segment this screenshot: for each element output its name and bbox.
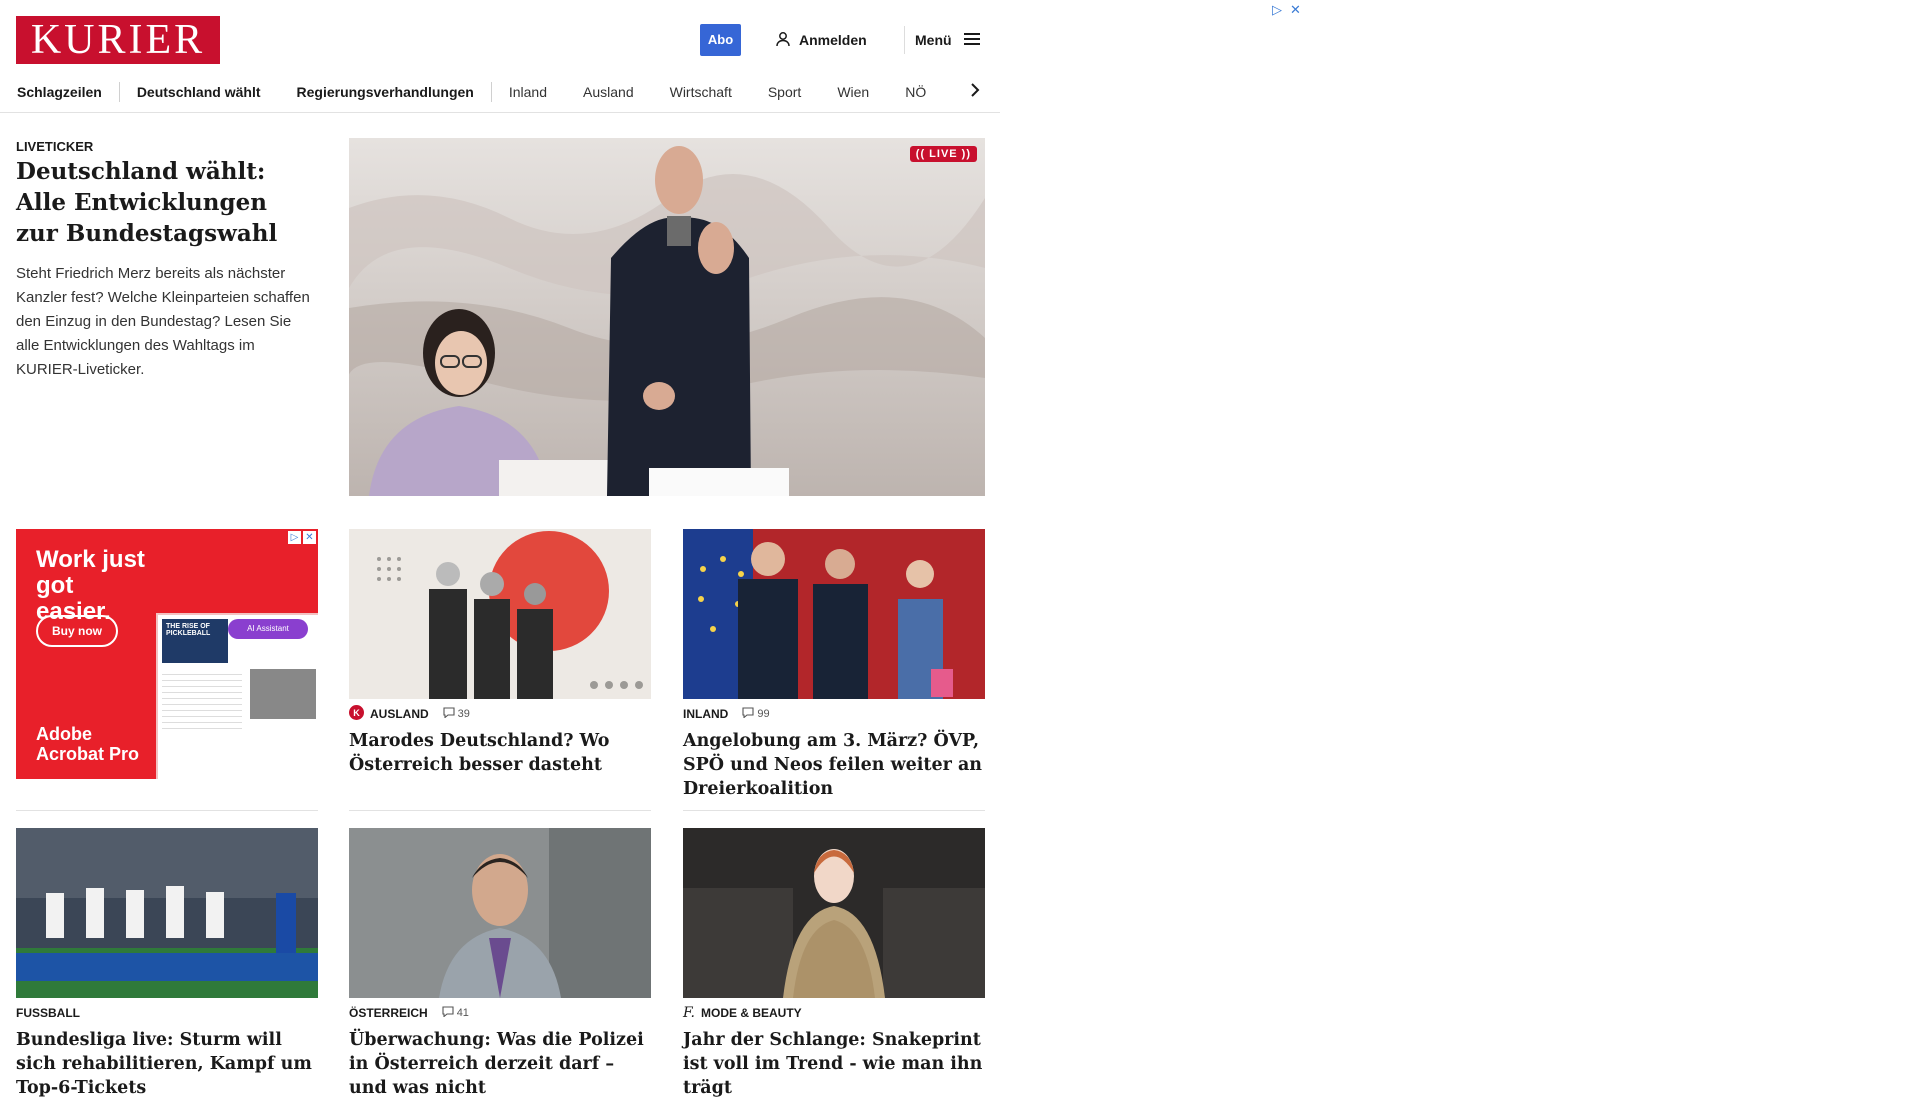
article-meta: f. MODE & BEAUTY (683, 1005, 985, 1021)
freizeit-f-icon: f. (683, 1005, 695, 1021)
kurier-logo[interactable]: KURIER (16, 16, 220, 64)
article-title[interactable]: Jahr der Schlange: Snakeprint ist voll i… (683, 1028, 985, 1100)
article-title[interactable]: Angelobung am 3. März? ÖVP, SPÖ und Neos… (683, 729, 985, 801)
nav-item-wirtschaft[interactable]: Wirtschaft (670, 84, 732, 100)
ad-choices-top[interactable]: ▷ ✕ (1272, 2, 1301, 18)
nav-item-ausland[interactable]: Ausland (583, 84, 634, 100)
ad-ai-assistant-pill: AI Assistant (228, 619, 308, 639)
comment-count[interactable]: 99 (742, 707, 770, 721)
nav-item-deutschland-waehlt[interactable]: Deutschland wählt (137, 84, 261, 100)
article-image[interactable] (683, 828, 985, 998)
article-card-fussball[interactable]: FUSSBALL Bundesliga live: Sturm will sic… (16, 828, 318, 1100)
nav-item-regierungsverhandlungen[interactable]: Regierungsverhandlungen (297, 84, 474, 100)
comment-count-value: 41 (456, 1007, 469, 1019)
abo-button[interactable]: Abo (700, 24, 741, 56)
article-image[interactable] (16, 828, 318, 998)
comment-icon (442, 1006, 454, 1020)
ad-mock-photo (250, 669, 316, 719)
row-divider (16, 810, 318, 811)
svg-text:K: K (353, 708, 360, 718)
row-divider (349, 810, 651, 811)
ad-mock-text (162, 669, 242, 729)
ad-close-icon[interactable]: ✕ (1290, 2, 1301, 18)
row-divider (683, 810, 985, 811)
ad-info-icon[interactable]: ▷ (288, 531, 301, 544)
article-card-mode-beauty[interactable]: f. MODE & BEAUTY Jahr der Schlange: Snak… (683, 828, 985, 1100)
kurier-k-icon: K (349, 705, 364, 723)
login-button[interactable]: Anmelden (775, 24, 867, 56)
menu-button[interactable]: Menü (915, 24, 982, 56)
article-card-ausland[interactable]: K AUSLAND 39 Marodes Deutschland? Wo Öst… (349, 529, 651, 777)
article-meta: FUSSBALL (16, 1005, 318, 1021)
hero-teaser: Steht Friedrich Merz bereits als nächste… (16, 265, 310, 378)
nav-scroll-button[interactable] (965, 77, 985, 107)
comment-icon (443, 707, 455, 721)
section-nav-list: Schlagzeilen Deutschland wählt Regierung… (17, 72, 926, 112)
nav-divider (490, 82, 492, 102)
hamburger-icon (963, 32, 982, 49)
header-divider (904, 26, 905, 54)
menu-label: Menü (915, 32, 952, 48)
section-nav: Schlagzeilen Deutschland wählt Regierung… (0, 72, 1000, 113)
chevron-right-icon (970, 82, 980, 103)
ad-close-icon[interactable]: ✕ (303, 531, 316, 544)
hero-headline[interactable]: Deutschland wählt: Alle Entwicklungen zu… (16, 156, 316, 249)
ad-choices[interactable]: ▷ ✕ (288, 531, 316, 544)
article-category[interactable]: FUSSBALL (16, 1006, 80, 1020)
article-meta: K AUSLAND 39 (349, 705, 651, 723)
article-image[interactable] (349, 828, 651, 998)
nav-item-sport[interactable]: Sport (768, 84, 801, 100)
article-card-inland[interactable]: INLAND 99 Angelobung am 3. März? ÖVP, SP… (683, 529, 985, 801)
article-image[interactable] (349, 529, 651, 699)
article-category[interactable]: AUSLAND (370, 707, 429, 721)
article-category[interactable]: ÖSTERREICH (349, 1006, 428, 1020)
article-meta: INLAND 99 (683, 706, 985, 722)
nav-item-wien[interactable]: Wien (837, 84, 869, 100)
login-label: Anmelden (799, 32, 867, 48)
ad-info-icon[interactable]: ▷ (1272, 2, 1282, 18)
comment-count-value: 99 (757, 708, 770, 720)
nav-item-inland[interactable]: Inland (509, 84, 547, 100)
nav-item-noe[interactable]: NÖ (905, 84, 926, 100)
ad-headline: Work just got easier. (36, 546, 145, 625)
site-content: KURIER Abo Anmelden Menü Schlagzeilen De… (0, 0, 1000, 1098)
article-category[interactable]: MODE & BEAUTY (701, 1006, 802, 1020)
comment-count-value: 39 (457, 708, 470, 720)
comment-count[interactable]: 39 (443, 707, 470, 721)
hero-image[interactable]: (( LIVE )) (349, 138, 985, 496)
ad-brand: Adobe Acrobat Pro (36, 724, 140, 764)
nav-item-schlagzeilen[interactable]: Schlagzeilen (17, 84, 102, 100)
nav-divider (118, 82, 120, 102)
article-title[interactable]: Überwachung: Was die Polizei in Österrei… (349, 1028, 651, 1100)
article-category[interactable]: INLAND (683, 707, 728, 721)
ad-banner[interactable]: Work just got easier. Buy now Adobe Acro… (16, 529, 318, 779)
hero-kicker: LIVETICKER (16, 139, 94, 154)
comment-count[interactable]: 41 (442, 1006, 469, 1020)
article-image[interactable] (683, 529, 985, 699)
article-title[interactable]: Marodes Deutschland? Wo Österreich besse… (349, 729, 651, 777)
user-icon (775, 31, 791, 50)
article-card-oesterreich[interactable]: ÖSTERREICH 41 Überwachung: Was die Poliz… (349, 828, 651, 1100)
article-meta: ÖSTERREICH 41 (349, 1005, 651, 1021)
live-badge: (( LIVE )) (909, 146, 977, 162)
ad-buy-now-button[interactable]: Buy now (36, 615, 118, 647)
comment-icon (742, 707, 754, 721)
article-title[interactable]: Bundesliga live: Sturm will sich rehabil… (16, 1028, 318, 1100)
ad-mock-title: THE RISE OF PICKLEBALL (162, 619, 228, 663)
